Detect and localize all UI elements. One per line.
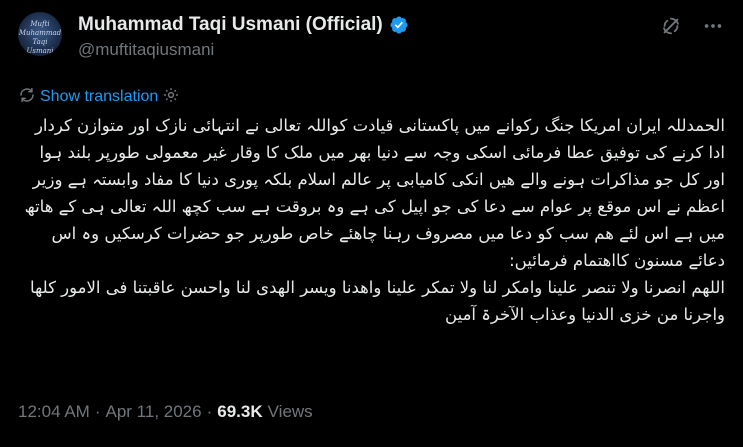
- tweet-top-actions: [659, 14, 725, 38]
- translation-row: Show translation: [18, 86, 180, 108]
- meta-separator: ·: [206, 402, 213, 421]
- tweet-meta: 12:04 AM · Apr 11, 2026 · 69.3K Views: [18, 402, 313, 422]
- tweet-main-paragraph: الحمدللہ ایران امریکا جنگ رکوانے میں پاک…: [24, 116, 725, 270]
- tweet-text: الحمدللہ ایران امریکا جنگ رکوانے میں پاک…: [18, 112, 725, 328]
- avatar-logo-text: Mufti Muhammad Taqi Usmani: [18, 20, 62, 55]
- author-handle[interactable]: @muftitaqiusmani: [78, 40, 214, 60]
- tweet-dua-paragraph: اللھم انصرنا ولا تنصر علینا وامکر لنا ول…: [29, 278, 725, 324]
- more-horizontal-icon[interactable]: [701, 14, 725, 38]
- author-name-row: Muhammad Taqi Usmani (Official): [78, 14, 409, 36]
- meta-separator: ·: [94, 402, 101, 421]
- verified-badge-icon[interactable]: [389, 15, 409, 35]
- tweet-time[interactable]: 12:04 AM: [18, 402, 90, 422]
- tweet-date[interactable]: Apr 11, 2026: [106, 402, 202, 422]
- author-display-name[interactable]: Muhammad Taqi Usmani (Official): [78, 14, 383, 36]
- views-label: Views: [267, 402, 313, 421]
- grok-slash-icon[interactable]: [659, 14, 683, 38]
- show-translation-link[interactable]: Show translation: [40, 88, 158, 106]
- settings-gear-icon[interactable]: [162, 86, 180, 108]
- views-count: 69.3K: [217, 402, 263, 421]
- avatar[interactable]: Mufti Muhammad Taqi Usmani: [18, 12, 62, 56]
- translate-icon: [18, 86, 36, 108]
